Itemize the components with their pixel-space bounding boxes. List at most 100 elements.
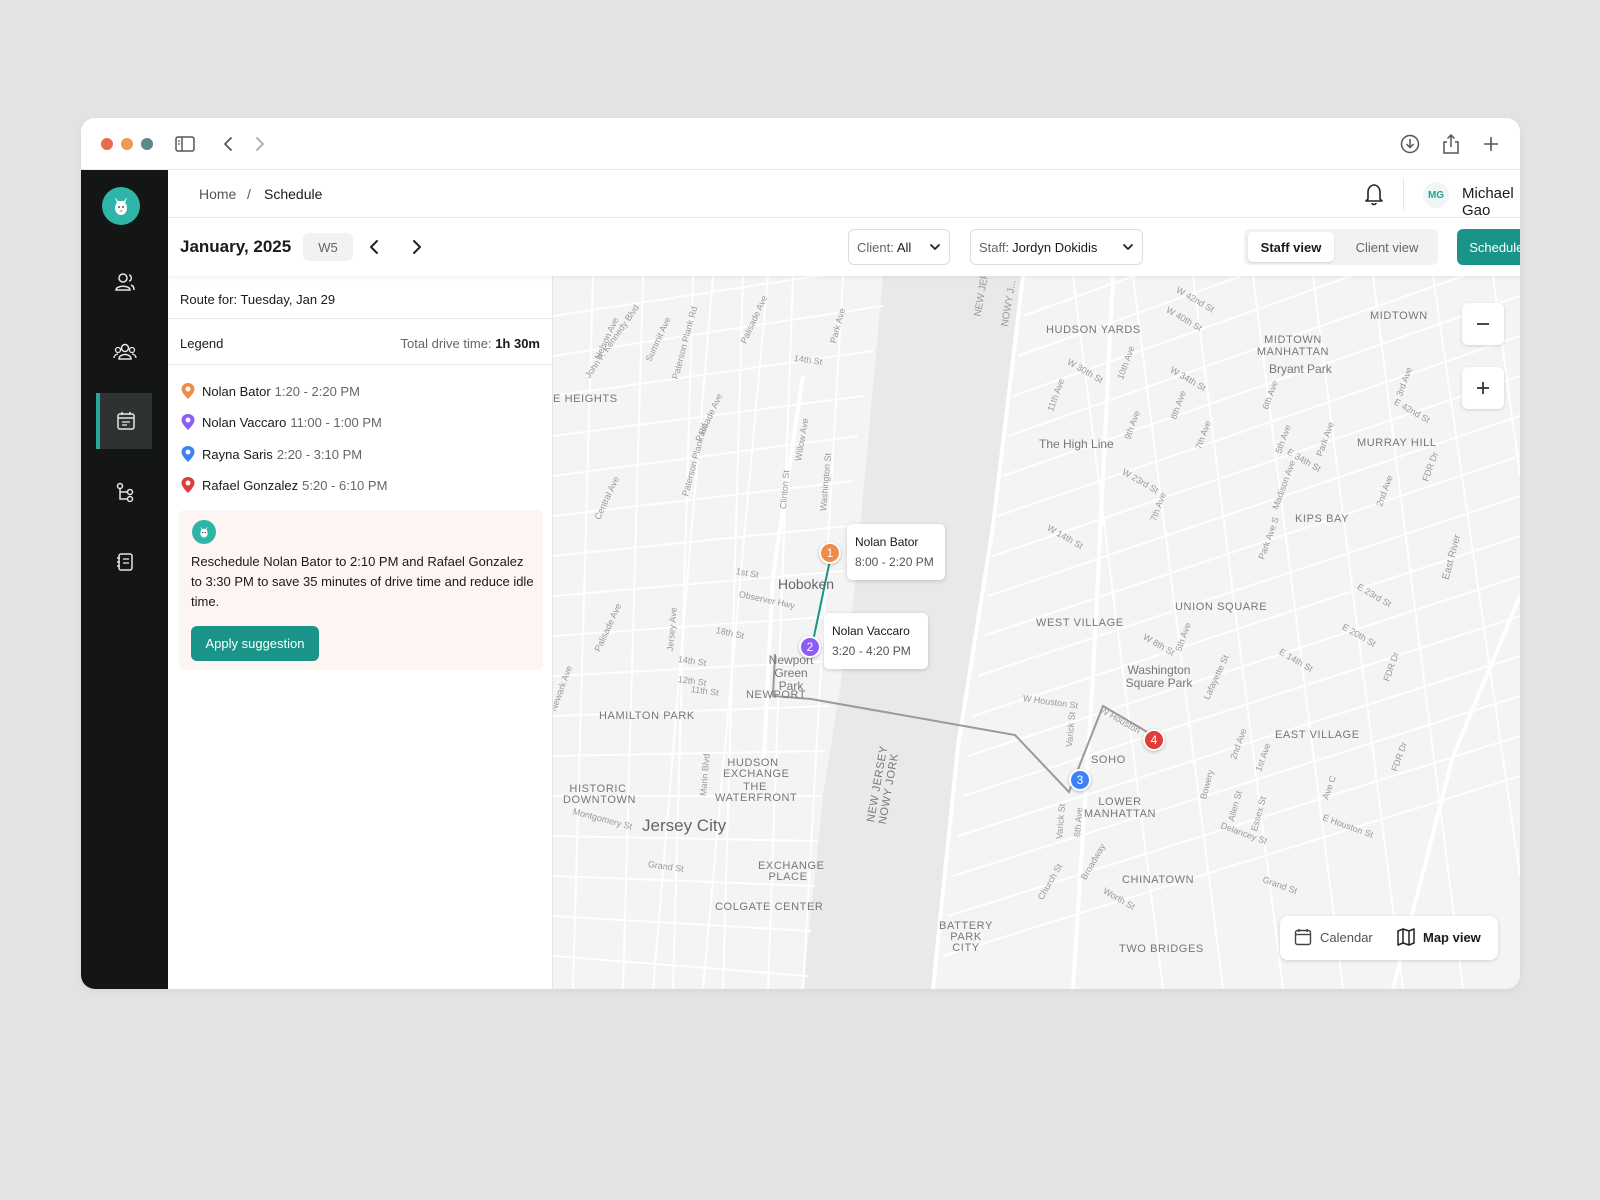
client-filter-dropdown[interactable]: Client: All [848, 229, 950, 265]
route-marker-2[interactable]: 2 [799, 636, 821, 658]
route-date: Route for: Tuesday, Jan 29 [180, 292, 336, 307]
map-label: MURRAY HILL [1357, 437, 1437, 449]
suggestion-text: and [398, 554, 428, 569]
legend-item[interactable]: Nolan Bator 1:20 - 2:20 PM [180, 382, 360, 400]
minimize-window-button[interactable] [121, 138, 133, 150]
map-label: CHINATOWN [1122, 874, 1195, 886]
legend-time: 11:00 - 1:00 PM [290, 414, 382, 430]
map-label: E HEIGHTS [553, 393, 618, 405]
location-pin-icon [181, 477, 195, 493]
tooltip-time: 3:20 - 4:20 PM [832, 644, 911, 658]
llama-logo-icon [200, 526, 208, 538]
staff-filter-value: Jordyn Dokidis [1012, 239, 1098, 255]
schedule-event-button[interactable]: Schedule event [1457, 229, 1520, 265]
minus-icon [1477, 323, 1489, 325]
route-marker-1[interactable]: 1 [819, 542, 841, 564]
calendar-view-button[interactable]: Calendar [1294, 928, 1373, 946]
client-view-tab[interactable]: Client view [1340, 232, 1434, 262]
map-label: BATTERY PARK CITY [939, 920, 993, 954]
next-week-button[interactable] [404, 234, 430, 260]
map-label: UNION SQUARE [1175, 601, 1268, 613]
drive-time-label: Total drive time: [400, 336, 492, 351]
previous-week-button[interactable] [361, 234, 387, 260]
suggestion-time: 3:30 PM [205, 574, 254, 589]
map-label: HUDSON YARDS [1046, 324, 1141, 336]
browser-window: Home / Schedule MG Michael Gao January, … [81, 118, 1520, 989]
zoom-in-button[interactable] [1462, 367, 1504, 409]
chevron-down-icon [1123, 244, 1133, 250]
maximize-window-button[interactable] [141, 138, 153, 150]
user-avatar[interactable]: MG [1423, 182, 1449, 208]
breadcrumb-home[interactable]: Home [199, 186, 236, 202]
user-name[interactable]: Michael Gao [1462, 185, 1520, 219]
legend-name: Nolan Bator [202, 383, 271, 399]
plus-icon [1477, 382, 1489, 394]
notifications-bell-icon[interactable] [1363, 182, 1385, 206]
marker-tooltip: Nolan Bator 8:00 - 2:20 PM [847, 524, 945, 580]
map-label: Jersey City [642, 816, 727, 835]
legend-name: Nolan Vaccaro [202, 414, 287, 430]
nav-schedule[interactable] [96, 393, 152, 449]
calendar-view-label: Calendar [1320, 929, 1373, 945]
app-logo[interactable] [102, 187, 140, 225]
suggestion-text: to [191, 574, 206, 589]
drive-time-value: 1h 30m [495, 336, 540, 351]
map-label: Washington Square Park [1125, 663, 1193, 690]
legend-item[interactable]: Nolan Vaccaro 11:00 - 1:00 PM [180, 413, 382, 431]
forward-icon[interactable] [246, 130, 274, 158]
breadcrumb-current: Schedule [264, 186, 323, 202]
sidebar-toggle-icon[interactable] [171, 130, 199, 158]
manhattan-street-grid [942, 276, 1520, 989]
header-divider [1403, 178, 1404, 210]
schedule-toolbar: January, 2025 W5 Client: All Staff: Jord… [168, 218, 1520, 276]
back-icon[interactable] [214, 130, 242, 158]
new-tab-icon[interactable] [1477, 130, 1505, 158]
nav-workflows[interactable] [81, 464, 168, 520]
location-pin-icon [181, 383, 195, 399]
tooltip-name: Nolan Bator [855, 535, 919, 549]
legend-time: 1:20 - 2:20 PM [274, 383, 360, 399]
map-label: COLGATE CENTER [715, 901, 824, 913]
route-marker-4[interactable]: 4 [1143, 729, 1165, 751]
map-label: TWO BRIDGES [1119, 943, 1204, 955]
map-label: THE WATERFRONT [715, 781, 798, 804]
route-map[interactable]: HUDSON YARDS MIDTOWN MANHATTAN MIDTOWN B… [553, 276, 1520, 989]
client-filter-value: All [896, 239, 912, 255]
legend-item[interactable]: Rafael Gonzalez 5:20 - 6:10 PM [180, 476, 387, 494]
route-marker-3[interactable]: 3 [1069, 769, 1091, 791]
download-icon[interactable] [1396, 130, 1424, 158]
staff-view-tab[interactable]: Staff view [1248, 232, 1334, 262]
top-header: Home / Schedule MG Michael Gao [168, 170, 1520, 219]
view-switcher: Calendar Map view [1280, 916, 1498, 960]
llama-logo-icon [115, 197, 127, 215]
staff-filter-dropdown[interactable]: Staff: Jordyn Dokidis [970, 229, 1143, 265]
suggestion-text: to save [253, 574, 304, 589]
map-label: SOHO [1091, 754, 1126, 766]
suggestion-time: 2:10 PM [350, 554, 399, 569]
apply-suggestion-button[interactable]: Apply suggestion [191, 626, 319, 661]
breadcrumb-separator: / [247, 186, 251, 202]
nav-notes[interactable] [81, 534, 168, 590]
client-filter-label: Client: [857, 239, 894, 255]
close-window-button[interactable] [101, 138, 113, 150]
location-pin-icon [181, 414, 195, 430]
calendar-icon [117, 412, 135, 430]
total-drive-time: Total drive time: 1h 30m [401, 336, 540, 351]
map-label: NEWPORT [746, 689, 807, 701]
zoom-out-button[interactable] [1462, 303, 1504, 345]
location-pin-icon [181, 446, 195, 462]
chevron-right-icon [413, 240, 421, 254]
share-icon[interactable] [1437, 130, 1465, 158]
map-base [553, 276, 1520, 989]
team-icon [112, 343, 137, 360]
staff-filter-label: Staff: [979, 239, 1010, 255]
legend-name: Rayna Saris [202, 446, 273, 462]
suggestion-text: Reschedule [191, 554, 264, 569]
nav-team[interactable] [81, 324, 168, 380]
legend-item[interactable]: Rayna Saris 2:20 - 3:10 PM [180, 445, 362, 463]
nav-clients[interactable] [81, 254, 168, 310]
divider [168, 364, 552, 365]
route-panel: Route for: Tuesday, Jan 29 Legend Total … [168, 276, 553, 989]
map-label: Hoboken [778, 576, 835, 592]
map-view-button[interactable]: Map view [1397, 928, 1481, 946]
